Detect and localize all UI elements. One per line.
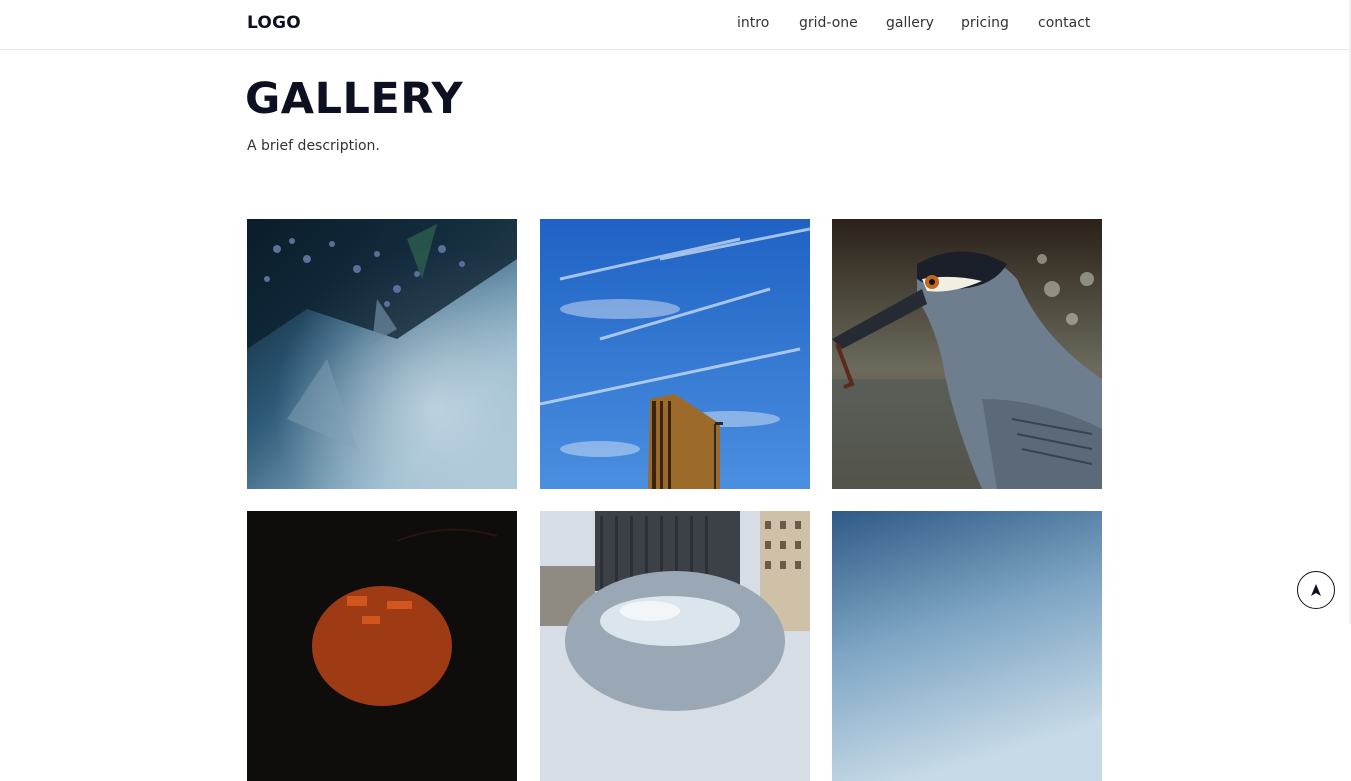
top-navbar: LOGO intro grid-one gallery pricing cont… xyxy=(0,0,1351,50)
blue-flowers-photo xyxy=(247,219,517,489)
page-description: A brief description. xyxy=(247,138,380,154)
gallery-image-blue-flowers[interactable] xyxy=(247,219,517,489)
gallery-image-heron[interactable] xyxy=(832,219,1102,489)
gallery-image-blue-sky[interactable] xyxy=(832,511,1102,781)
main-nav: intro grid-one gallery pricing contact xyxy=(0,15,1351,35)
nav-item-grid-one[interactable]: grid-one xyxy=(799,15,858,31)
nav-item-pricing[interactable]: pricing xyxy=(961,15,1009,31)
nav-item-intro[interactable]: intro xyxy=(737,15,769,31)
page-title: GALLERY xyxy=(245,74,464,124)
arrow-up-icon xyxy=(1311,584,1321,596)
gallery-image-bean-sculpture[interactable] xyxy=(540,511,810,781)
gallery-image-sky-building[interactable] xyxy=(540,219,810,489)
heron-photo xyxy=(832,219,1102,489)
sky-building-photo xyxy=(540,219,810,489)
nav-item-gallery[interactable]: gallery xyxy=(886,15,934,31)
scroll-to-top-button[interactable] xyxy=(1297,571,1335,609)
red-lamp-photo xyxy=(247,511,517,781)
bean-sculpture-photo xyxy=(540,511,810,781)
gallery-image-red-lamp[interactable] xyxy=(247,511,517,781)
nav-item-contact[interactable]: contact xyxy=(1038,15,1090,31)
blue-sky-photo xyxy=(832,511,1102,781)
